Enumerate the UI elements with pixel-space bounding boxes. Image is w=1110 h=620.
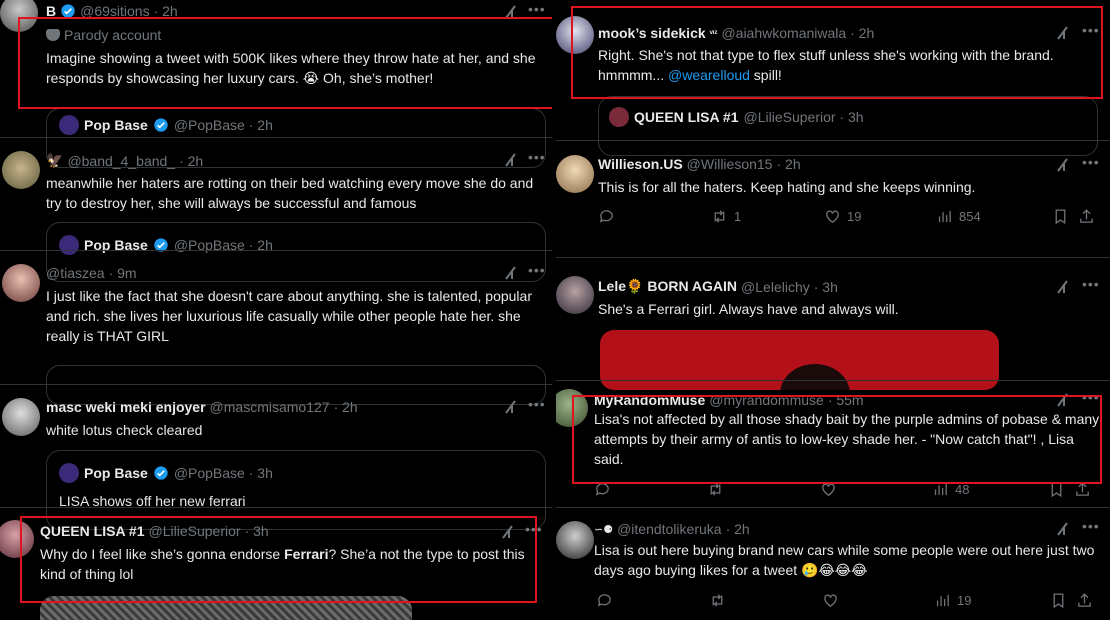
tweet-time[interactable]: · 2h <box>179 153 203 169</box>
tweet-time[interactable]: · 2h <box>334 399 358 415</box>
tweet-author-name[interactable]: Lele🌻 BORN AGAIN <box>598 278 737 295</box>
grok-icon[interactable] <box>503 399 519 415</box>
retweet-count: 1 <box>734 209 742 224</box>
tweet-author-handle[interactable]: @Lelelichy <box>741 279 810 295</box>
more-options-icon[interactable]: ••• <box>1082 276 1100 292</box>
more-options-icon[interactable]: ••• <box>528 396 546 412</box>
quote-avatar <box>609 107 629 127</box>
tweet-time[interactable]: · 2h <box>726 521 750 537</box>
retweet-button[interactable]: 1 <box>711 208 741 225</box>
tweet-willieson[interactable]: Willieson.US @Willieson15 · 2h ••• This … <box>556 141 1110 251</box>
tweet-text: I just like the fact that she doesn't ca… <box>46 288 532 344</box>
grok-icon[interactable] <box>1055 279 1071 295</box>
tweet-author-handle[interactable]: @mascmisamo127 <box>210 399 330 415</box>
more-options-icon[interactable]: ••• <box>528 1 546 17</box>
tweet-author-handle[interactable]: @itendtolikeruka <box>617 521 722 537</box>
tweet-author-name[interactable]: masc weki meki enjoyer <box>46 399 206 415</box>
avatar[interactable] <box>2 398 40 436</box>
grok-icon[interactable] <box>503 152 519 168</box>
tweet-author-handle[interactable]: @band_4_band_ <box>67 153 175 169</box>
tweet-text: meanwhile her haters are rotting on thei… <box>46 175 534 211</box>
eagle-emoji-icon: 🦅 <box>46 152 64 168</box>
quote-author-handle: @LilieSuperior · 3h <box>743 109 864 125</box>
verified-badge-icon <box>154 466 168 480</box>
retweet-button[interactable] <box>709 592 726 609</box>
views-button[interactable]: 19 <box>934 592 971 609</box>
tweet-text: This is for all the haters. Keep hating … <box>598 179 976 195</box>
quote-avatar <box>59 115 79 135</box>
tweet-author-name[interactable]: Willieson.US <box>598 156 683 172</box>
tweet-author-handle[interactable]: @Willieson15 <box>687 156 773 172</box>
more-options-icon[interactable]: ••• <box>1082 518 1100 534</box>
more-options-icon[interactable]: ••• <box>1082 154 1100 170</box>
bookmark-button[interactable] <box>1052 208 1069 225</box>
tweet-itendtolikeruka[interactable]: ∽⚈ @itendtolikeruka · 2h ••• Lisa is out… <box>556 508 1110 620</box>
like-count: 19 <box>847 209 862 224</box>
quote-author-handle: @PopBase · 3h <box>173 465 273 481</box>
like-button[interactable] <box>822 592 839 609</box>
quote-author-name: Pop Base <box>84 465 148 481</box>
share-button[interactable] <box>1078 208 1095 225</box>
right-panel: mook’s sidekick ᵛᶦᶻ @aiahwkomaniwala · 2… <box>556 0 1110 620</box>
tweet-time[interactable]: · 2h <box>776 156 800 172</box>
tweet-masc[interactable]: masc weki meki enjoyer @mascmisamo127 · … <box>0 385 552 530</box>
highlight-box <box>18 17 552 109</box>
tweet-text: She's a Ferrari girl. Always have and al… <box>598 301 899 317</box>
tweet-time[interactable]: · 3h <box>814 279 838 295</box>
avatar[interactable] <box>2 151 40 189</box>
views-count: 854 <box>959 209 981 224</box>
tweet-band[interactable]: 🦅 @band_4_band_ · 2h ••• meanwhile her h… <box>0 138 552 282</box>
tweet-text: white lotus check cleared <box>46 422 203 438</box>
views-count: 19 <box>957 593 972 608</box>
more-options-icon[interactable]: ••• <box>528 149 546 165</box>
avatar[interactable] <box>556 276 594 314</box>
avatar[interactable] <box>556 521 594 559</box>
bookmark-button[interactable] <box>1050 592 1067 609</box>
like-button[interactable]: 19 <box>824 208 861 225</box>
reply-button[interactable] <box>596 592 613 609</box>
grok-icon[interactable] <box>1055 157 1071 173</box>
avatar[interactable] <box>556 155 594 193</box>
tweet-lele[interactable]: Lele🌻 BORN AGAIN @Lelelichy · 3h ••• She… <box>556 258 1110 390</box>
quote-author-name: QUEEN LISA #1 <box>634 109 739 125</box>
quote-author-name: Pop Base <box>84 117 148 133</box>
views-button[interactable]: 854 <box>936 208 981 225</box>
highlight-box <box>571 6 1103 99</box>
more-options-icon[interactable]: ••• <box>528 262 546 278</box>
tweet-time[interactable]: · 9m <box>109 265 137 281</box>
quote-avatar <box>59 463 79 483</box>
grok-icon[interactable] <box>1055 521 1071 537</box>
quote-author-handle: @PopBase · 2h <box>173 117 273 133</box>
grok-icon[interactable] <box>503 265 519 281</box>
verified-badge-icon <box>154 118 168 132</box>
share-button[interactable] <box>1076 592 1093 609</box>
tweet-text: Lisa is out here buying brand new cars w… <box>594 542 1095 578</box>
views-count: 48 <box>955 482 970 497</box>
left-panel: B @69sitions · 2h ••• Parody account Ima… <box>0 0 552 620</box>
avatar[interactable] <box>2 264 40 302</box>
name-emoji-icon: ∽⚈ <box>594 523 614 536</box>
reply-button[interactable] <box>598 208 615 225</box>
tweet-author-handle[interactable]: @tiaszea <box>46 265 105 281</box>
highlight-box <box>20 516 537 603</box>
highlight-box <box>572 395 1102 484</box>
tweet-tiaszea[interactable]: @tiaszea · 9m ••• I just like the fact t… <box>0 251 552 405</box>
